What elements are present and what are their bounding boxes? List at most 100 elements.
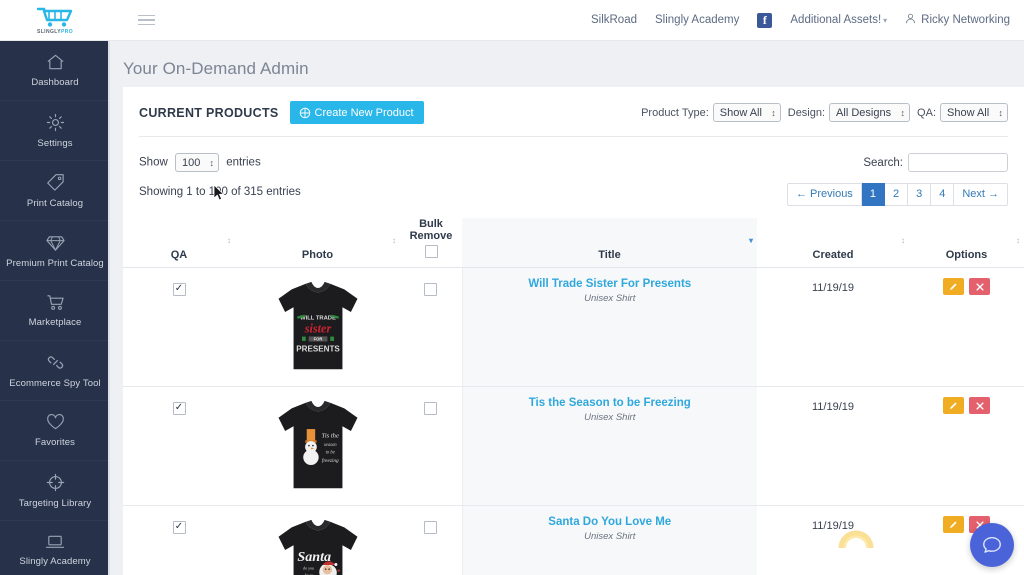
nav-link-slingly-academy[interactable]: Slingly Academy [655,14,739,26]
column-header-title[interactable]: ▾ Title [462,218,757,268]
nav-additional-assets[interactable]: Additional Assets! ▾ [790,14,887,26]
sidebar-item-favorites[interactable]: Favorites [0,401,110,461]
column-header-created[interactable]: ↕ Created [757,218,909,268]
sidebar-item-targeting-library[interactable]: Targeting Library [0,461,110,521]
show-entries: Show 100 entries [139,153,301,172]
user-menu[interactable]: Ricky Networking [905,13,1010,27]
brand-logo[interactable]: SLINGLYPRO [0,6,110,35]
product-photo[interactable]: WILL TRADE sister FOR PRESENTS [235,278,400,376]
pagination-page-3[interactable]: 3 [908,183,932,206]
cart-icon [46,293,65,311]
edit-product-button[interactable] [943,397,964,414]
sidebar-item-label: Slingly Academy [19,556,91,567]
table-controls-left: Show 100 entries Showing 1 to 100 of 315… [139,153,301,198]
delete-product-button[interactable] [969,397,990,414]
page-length-select[interactable]: 100 [174,153,219,172]
sidebar-item-label: Print Catalog [26,197,84,209]
create-new-product-button[interactable]: ⨁ Create New Product [289,101,424,124]
sidebar-item-label: Marketplace [28,317,82,328]
sort-icon: ↕ [227,236,231,245]
bulk-remove-checkbox[interactable]: ✓ [424,401,438,415]
hamburger-icon[interactable] [138,14,155,26]
qa-select[interactable]: Show All [940,103,1008,122]
cell-photo: Santa do you love me? Are you riding? [235,505,400,575]
svg-text:PRESENTS: PRESENTS [296,344,340,353]
show-prefix: Show [139,156,168,169]
sidebar-item-label: Premium Print Catalog [6,257,104,269]
cell-qa: ✓ [123,267,235,387]
filter-bar: Product Type: Show All Design: All Desig… [641,103,1008,122]
crosshair-icon [46,473,65,492]
pencil-icon [949,283,957,291]
facebook-icon[interactable]: f [757,12,773,28]
sidebar-item-marketplace[interactable]: Marketplace [0,281,110,341]
column-header-bulk-remove-label: Bulk Remove [409,218,453,242]
svg-text:to be: to be [325,451,334,456]
column-header-qa[interactable]: ↕ QA [123,218,235,268]
chat-widget-button[interactable] [970,523,1014,567]
bulk-remove-checkbox[interactable]: ✓ [424,282,438,296]
pagination-page-1[interactable]: 1 [861,183,885,206]
cell-photo: WILL TRADE sister FOR PRESENTS [235,267,400,387]
sidebar-item-ecommerce-spy-tool[interactable]: Ecommerce Spy Tool [0,341,110,401]
product-subtitle: Unisex Shirt [584,412,636,423]
panel-header: CURRENT PRODUCTS ⨁ Create New Product Pr… [123,87,1024,136]
heart-icon [46,413,65,431]
product-photo[interactable]: Santa do you love me? Are you riding? [235,516,400,575]
edit-product-button[interactable] [943,278,964,295]
pencil-icon [949,402,957,410]
nav-link-silkroad[interactable]: SilkRoad [591,14,637,26]
search-input[interactable] [908,153,1008,172]
cell-title: Santa Do You Love Me Unisex Shirt [461,505,758,575]
created-date: 11/19/19 [811,401,854,413]
pagination-page-2[interactable]: 2 [884,183,909,206]
plus-circle-icon: ⨁ [299,107,311,119]
edit-product-button[interactable] [943,516,964,533]
product-title-link[interactable]: Tis the Season to be Freezing [463,397,758,409]
product-title-link[interactable]: Santa Do You Love Me [463,516,758,528]
sort-icon: ↕ [901,236,905,245]
nav-additional-assets-label: Additional Assets! [790,14,882,26]
sidebar-item-slingly-academy[interactable]: Slingly Academy [0,521,110,575]
cell-bulk-remove: ✓ [400,505,462,575]
pagination-previous[interactable]: ← Previous [786,183,862,206]
cell-title: Tis the Season to be Freezing Unisex Shi… [461,386,758,506]
design-select[interactable]: All Designs [829,103,911,122]
sidebar-item-print-catalog[interactable]: Print Catalog [0,161,110,221]
product-title-link[interactable]: Will Trade Sister For Presents [463,278,758,290]
qa-checkbox[interactable]: ✓ [172,401,186,415]
filter-qa-label: QA: [917,106,936,119]
home-icon [46,53,65,71]
shopping-cart-icon [36,6,74,28]
product-type-select[interactable]: Show All [712,103,781,122]
sidebar-edge [108,41,110,575]
sidebar-item-premium-print-catalog[interactable]: Premium Print Catalog [0,221,110,281]
filter-product-type-label: Product Type: [641,106,709,119]
delete-product-button[interactable] [969,278,990,295]
sidebar-item-dashboard[interactable]: Dashboard [0,41,110,101]
tshirt-santa-image: Santa do you love me? Are you riding? [278,519,357,575]
filter-product-type: Product Type: Show All [641,103,781,122]
show-suffix: entries [226,156,261,169]
qa-checkbox[interactable]: ✓ [172,282,186,296]
sidebar-item-label: Targeting Library [18,497,92,509]
panel-title: CURRENT PRODUCTS [139,105,279,120]
qa-checkbox[interactable]: ✓ [172,520,186,534]
column-header-photo[interactable]: ↕ Photo [235,218,400,268]
pagination-next[interactable]: Next → [954,183,1008,206]
bulk-remove-checkbox[interactable]: ✓ [424,520,438,534]
sidebar-item-settings[interactable]: Settings [0,101,110,161]
filter-design-label: Design: [787,106,826,119]
brand-text: SLINGLYPRO [37,29,73,35]
search-row: Search: [787,153,1008,172]
column-header-options[interactable]: ↕ Options [909,218,1024,268]
pagination: ← Previous 1 2 3 4 Next → [786,183,1008,206]
pagination-page-4[interactable]: 4 [931,183,955,206]
laptop-icon [45,534,65,550]
pencil-icon [949,521,957,529]
created-date: 11/19/19 [811,520,854,532]
bulk-remove-select-all-checkbox[interactable] [424,245,438,258]
cell-bulk-remove: ✓ [400,267,462,387]
product-photo[interactable]: Tis the season to be freezing [235,397,400,495]
sidebar-item-label: Ecommerce Spy Tool [9,377,101,389]
